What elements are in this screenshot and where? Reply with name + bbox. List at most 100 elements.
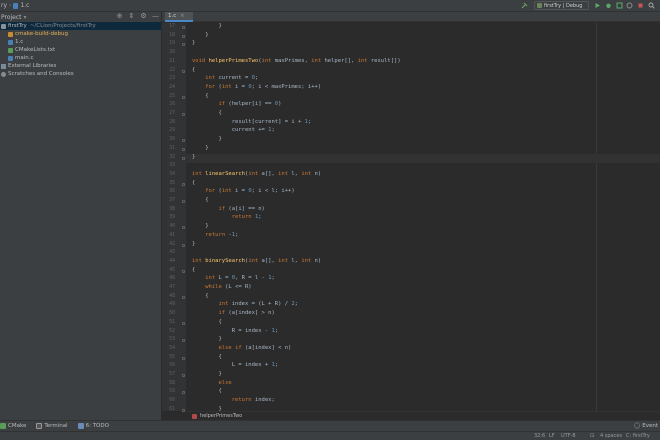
- line-number[interactable]: 44: [162, 259, 175, 264]
- line-number[interactable]: 37: [162, 198, 175, 203]
- search-everywhere-icon[interactable]: [648, 2, 655, 9]
- build-hammer-icon[interactable]: [521, 2, 528, 9]
- code-line[interactable]: R = index - 1;: [192, 328, 278, 334]
- code-line[interactable]: {: [192, 267, 195, 273]
- line-number[interactable]: 45: [162, 268, 175, 273]
- tab-1-c[interactable]: 1.c ×: [165, 12, 193, 22]
- line-number[interactable]: 29: [162, 128, 175, 133]
- fold-marker-icon[interactable]: [182, 374, 185, 377]
- line-number[interactable]: 60: [162, 398, 175, 403]
- line-number[interactable]: 57: [162, 372, 175, 377]
- line-number[interactable]: 19: [162, 41, 175, 46]
- line-number[interactable]: 23: [162, 76, 175, 81]
- profile-icon[interactable]: [626, 2, 633, 9]
- code-line[interactable]: {: [192, 197, 208, 203]
- editor-gutter[interactable]: 17 18 19 20 21 22 23 24 25 26 27 28 29 30 31 32 33 34 35 36…: [162, 23, 186, 412]
- fold-marker-icon[interactable]: [182, 339, 185, 343]
- code-line[interactable]: }: [192, 371, 221, 377]
- tree-item[interactable]: External Libraries: [0, 62, 161, 70]
- todo-tool-button[interactable]: 6: TODO: [77, 423, 109, 429]
- code-line[interactable]: {: [192, 67, 195, 73]
- code-line[interactable]: if (helper[i] == 0): [192, 101, 282, 107]
- code-line[interactable]: }: [192, 136, 221, 142]
- line-number[interactable]: 30: [162, 137, 175, 142]
- code-line[interactable]: {: [192, 354, 221, 360]
- line-number[interactable]: 41: [162, 233, 175, 238]
- line-number[interactable]: 56: [162, 363, 175, 368]
- line-number[interactable]: 58: [162, 381, 175, 386]
- code-line[interactable]: int binarySearch(int a[], int l, int n): [192, 258, 321, 264]
- code-line[interactable]: }: [192, 40, 195, 46]
- line-number[interactable]: 22: [162, 68, 175, 73]
- code-line[interactable]: return -1;: [192, 232, 238, 238]
- caret-position[interactable]: 32:6: [534, 433, 545, 439]
- locate-file-icon[interactable]: ⊕: [116, 13, 123, 20]
- fold-marker-icon[interactable]: [182, 243, 185, 247]
- line-number[interactable]: 34: [162, 172, 175, 177]
- code-line[interactable]: L = index + 1;: [192, 362, 278, 368]
- line-number[interactable]: 33: [162, 163, 175, 168]
- stop-icon[interactable]: [637, 2, 644, 9]
- lock-icon[interactable]: ⊡: [590, 433, 594, 439]
- line-number[interactable]: 36: [162, 189, 175, 194]
- file-encoding[interactable]: UTF-8: [561, 433, 576, 439]
- line-number[interactable]: 54: [162, 346, 175, 351]
- fold-marker-icon[interactable]: [182, 182, 185, 186]
- line-number[interactable]: 26: [162, 102, 175, 107]
- line-number[interactable]: 53: [162, 337, 175, 342]
- code-line[interactable]: if (a[i] == n): [192, 206, 265, 212]
- line-number[interactable]: 52: [162, 329, 175, 334]
- line-number[interactable]: 50: [162, 311, 175, 316]
- code-line[interactable]: }: [192, 336, 221, 342]
- nav-file-name[interactable]: 1.c: [20, 2, 29, 9]
- line-number[interactable]: 18: [162, 33, 175, 38]
- code-editor[interactable]: } }} void helperPrimesTwo(int maxPrimes, …: [186, 23, 660, 411]
- fold-marker-icon[interactable]: [182, 295, 185, 299]
- collapse-all-icon[interactable]: ⇕: [128, 13, 135, 20]
- line-number[interactable]: 43: [162, 250, 175, 255]
- line-number[interactable]: 47: [162, 285, 175, 290]
- fold-marker-icon[interactable]: [182, 391, 185, 395]
- fold-marker-icon[interactable]: [182, 321, 185, 325]
- code-line[interactable]: }: [192, 223, 208, 229]
- line-number[interactable]: 38: [162, 207, 175, 212]
- tree-item[interactable]: main.c: [0, 54, 161, 62]
- line-number[interactable]: 17: [162, 24, 175, 29]
- fold-marker-icon[interactable]: [182, 226, 185, 230]
- fold-marker-icon[interactable]: [182, 408, 185, 412]
- debug-icon[interactable]: [605, 2, 612, 9]
- code-line[interactable]: current += 1;: [192, 127, 275, 133]
- fold-marker-icon[interactable]: [182, 34, 185, 38]
- line-number[interactable]: 49: [162, 302, 175, 307]
- tree-item[interactable]: firstTry ~/CLion/Projects/firstTry: [0, 22, 161, 30]
- fold-marker-icon[interactable]: [182, 95, 185, 99]
- code-line[interactable]: }: [192, 23, 221, 29]
- line-number[interactable]: 28: [162, 120, 175, 125]
- event-log-button[interactable]: ◯ Event: [634, 423, 658, 429]
- code-line[interactable]: int current = 0;: [192, 75, 258, 81]
- run-icon[interactable]: [594, 2, 601, 9]
- line-number[interactable]: 48: [162, 294, 175, 299]
- line-number[interactable]: 20: [162, 50, 175, 55]
- code-line[interactable]: else: [192, 380, 232, 386]
- run-configuration-select[interactable]: firstTry | Debug: [534, 1, 589, 10]
- code-line[interactable]: {: [192, 110, 221, 116]
- close-icon[interactable]: ×: [180, 13, 184, 19]
- fold-marker-icon[interactable]: [182, 43, 185, 47]
- tree-item[interactable]: Scratches and Consoles: [0, 70, 161, 78]
- line-number[interactable]: 51: [162, 320, 175, 325]
- code-line[interactable]: {: [192, 180, 195, 186]
- line-number[interactable]: 25: [162, 94, 175, 99]
- code-line[interactable]: int L = 0, R = l - 1;: [192, 275, 275, 281]
- line-number[interactable]: 59: [162, 389, 175, 394]
- fold-marker-icon[interactable]: [182, 69, 185, 73]
- code-line[interactable]: }: [192, 241, 195, 247]
- fold-marker-icon[interactable]: [182, 269, 185, 273]
- gear-icon[interactable]: ⚙: [140, 13, 147, 20]
- chevron-down-icon[interactable]: ▾: [24, 14, 27, 21]
- line-separator[interactable]: LF: [549, 433, 555, 439]
- fold-marker-icon[interactable]: [182, 26, 185, 29]
- code-line[interactable]: {: [192, 319, 221, 325]
- code-line[interactable]: while (L <= R): [192, 284, 251, 290]
- fold-marker-icon[interactable]: [182, 113, 185, 116]
